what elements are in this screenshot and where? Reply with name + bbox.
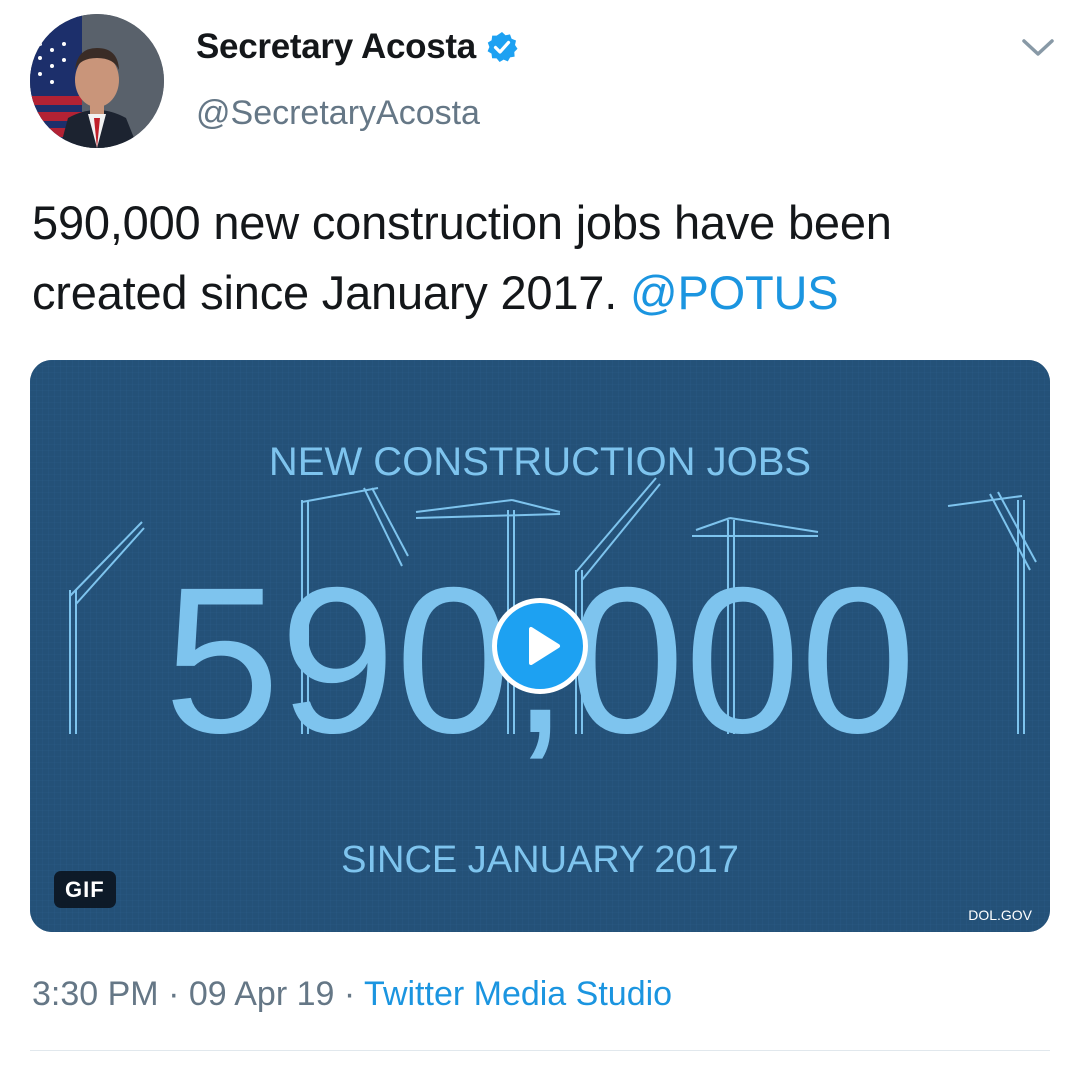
tweet-date[interactable]: 09 Apr 19 — [189, 975, 335, 1013]
chevron-down-icon[interactable] — [1020, 36, 1056, 60]
gif-media[interactable]: NEW CONSTRUCTION JOBS 590,000 SINCE JANU… — [30, 360, 1050, 932]
verified-badge-icon — [486, 31, 518, 63]
play-icon — [529, 627, 560, 665]
author-name-text[interactable]: Secretary Acosta — [196, 27, 476, 67]
tweet-text: 590,000 new construction jobs have been … — [32, 188, 1052, 328]
gif-badge: GIF — [54, 871, 116, 908]
meta-separator: · — [168, 975, 180, 1013]
meta-separator-2: · — [343, 975, 356, 1013]
tweet-time[interactable]: 3:30 PM — [32, 975, 159, 1013]
media-credit: DOL.GOV — [968, 907, 1032, 923]
tweet-meta: 3:30 PM · 09 Apr 19 · Twitter Media Stud… — [32, 975, 672, 1014]
author-name[interactable]: Secretary Acosta — [196, 27, 518, 67]
avatar[interactable] — [30, 14, 164, 148]
media-headline: NEW CONSTRUCTION JOBS — [269, 440, 811, 484]
media-subline: SINCE JANUARY 2017 — [341, 839, 739, 881]
play-button[interactable] — [492, 598, 588, 694]
mention-link[interactable]: @POTUS — [630, 266, 839, 319]
author-handle[interactable]: @SecretaryAcosta — [196, 94, 480, 133]
divider — [30, 1050, 1050, 1051]
tweet-source-link[interactable]: Twitter Media Studio — [364, 975, 672, 1013]
